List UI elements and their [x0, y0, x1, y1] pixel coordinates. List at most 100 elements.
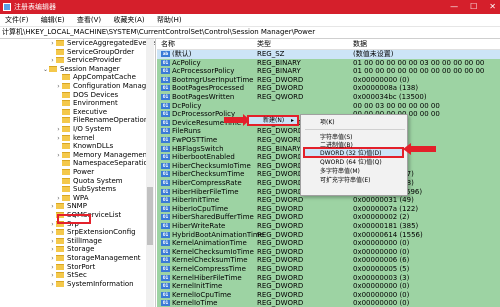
menu-file[interactable]: 文件(F) [0, 14, 34, 26]
value-row[interactable]: 01 KernelIoTime REG_DWORD 0x00000000 (0) [157, 299, 500, 307]
folder-icon [49, 65, 57, 72]
value-row[interactable]: 01 DcPolicy 00 00 03 00 00 00 00 00 [157, 101, 500, 111]
close-button[interactable]: ✕ [489, 1, 496, 13]
maximize-button[interactable]: ☐ [470, 1, 477, 13]
tree-item[interactable]: KnownDLLs [55, 142, 113, 151]
value-row[interactable]: 01 HybridBootAnimationTime REG_DWORD 0x0000… [157, 230, 500, 240]
value-row[interactable]: 01 BootmgrUserInputTime REG_DWORD 0x0000000… [157, 75, 500, 85]
tree-item[interactable]: ⌄ Session Manager [42, 65, 120, 74]
menu-view[interactable]: 查看(V) [72, 14, 106, 26]
folder-icon [56, 237, 64, 244]
value-row[interactable]: 01 AcPolicy REG_BINARY 01 00 00 00 00 00 03… [157, 58, 500, 68]
folder-icon [56, 203, 64, 210]
submenu-item[interactable]: 项(K) [320, 118, 335, 127]
tree-item[interactable]: SubSystems [55, 185, 116, 194]
value-row[interactable]: 01 HiberWriteRate REG_DWORD 0x00000181 (385… [157, 222, 500, 231]
expand-chevron-icon[interactable]: › [49, 281, 56, 290]
folder-icon [56, 246, 64, 253]
value-row[interactable]: 01 KernelCompressTime REG_DWORD 0x00000005 … [157, 265, 500, 274]
red-arrow-left-icon [403, 143, 411, 155]
value-row[interactable]: 01 KernelHiberFileTime REG_DWORD 0x00000003… [157, 273, 500, 283]
value-data: 0x00000000 (0) [353, 75, 410, 84]
value-type-icon: 01 [161, 197, 170, 204]
value-row[interactable]: 01 KernelInitTime REG_DWORD 0x00000000 (0) [157, 282, 500, 291]
value-data: 01 00 00 00 00 00 00 00 00 00 00 00 [353, 67, 485, 76]
folder-icon [62, 74, 70, 81]
tree-scrollbar-thumb[interactable] [147, 187, 153, 245]
tree-item[interactable]: › StorageManagement [49, 254, 140, 263]
value-data: 0x0000008a (138) [353, 84, 419, 93]
value-row[interactable]: 01 HiberIoCpuTime REG_DWORD 0x0000007a (122… [157, 204, 500, 214]
folder-icon [62, 160, 70, 167]
folder-icon [62, 83, 70, 89]
tree-item-label: SystemInformation [67, 279, 134, 288]
tree-item[interactable]: › WPA [55, 194, 88, 203]
tree-item[interactable]: › kernel [55, 134, 94, 143]
minimize-button[interactable]: — [450, 1, 458, 13]
tree-item[interactable]: Executive [55, 108, 107, 117]
value-data: 0x00000006 (6) [353, 256, 410, 265]
red-arrow-shaft [224, 117, 244, 123]
tree-item[interactable]: › StorPort [49, 263, 95, 272]
tree-item[interactable]: ServiceGroupOrder [49, 48, 134, 57]
tree-item-label: StorPort [67, 262, 96, 271]
value-row[interactable]: 01 KernelAnimationTime REG_DWORD 0x00000000… [157, 239, 500, 248]
value-row[interactable]: 01 KernelChecksumIoTime REG_DWORD 0x0000000… [157, 247, 500, 257]
tree-item[interactable]: AppCompatCache [55, 73, 136, 82]
tree-item[interactable]: DOS Devices [55, 91, 118, 100]
submenu-item[interactable]: 多字符串值(M) [320, 167, 360, 176]
list-header: 名称 类型 数据 [157, 39, 500, 50]
value-type-icon: 01 [161, 171, 170, 178]
column-header-name[interactable]: 名称 [161, 39, 175, 49]
folder-icon [62, 194, 70, 201]
value-row[interactable]: ab (默认) REG_SZ (数值未设置) [157, 50, 500, 59]
address-bar[interactable]: 计算机\HKEY_LOCAL_MACHINE\SYSTEM\CurrentCon… [0, 27, 500, 39]
folder-icon [56, 255, 64, 261]
tree-item[interactable]: › Memory Management [55, 151, 150, 160]
value-data: 0x00000181 (385) [353, 222, 419, 230]
value-row[interactable]: 01 HiberSharedBufferTime REG_DWORD 0x000000… [157, 213, 500, 222]
tree-item[interactable]: Quota System [55, 177, 123, 186]
submenu-item[interactable]: 可扩充字符串值(E) [320, 176, 370, 185]
tree-item[interactable]: › SystemInformation [49, 279, 134, 290]
value-type-icon: 01 [161, 248, 170, 255]
submenu-item[interactable]: DWORD (32 位)值(D) [320, 149, 382, 158]
value-row[interactable]: 01 BootPagesProcessed REG_DWORD 0x0000008a … [157, 84, 500, 93]
menu-edit[interactable]: 编辑(E) [36, 14, 70, 26]
menu-help[interactable]: 帮助(H) [152, 14, 187, 26]
menu-favorites[interactable]: 收藏夹(A) [108, 14, 149, 26]
tree-item[interactable]: › SrpExtensionConfig [49, 228, 136, 237]
tree-item[interactable]: FileRenameOperations [55, 116, 152, 125]
tree-item[interactable]: Environment [55, 99, 118, 108]
tree-item[interactable]: › Storage [49, 245, 94, 254]
value-type-icon: ab [161, 51, 170, 57]
tree-item[interactable]: › StSec [49, 271, 87, 280]
folder-icon [62, 134, 70, 141]
tree-item[interactable]: › ServiceProvider [49, 56, 121, 65]
value-row[interactable]: 01 BootPagesWritten REG_QWORD 0x000034bc (1… [157, 93, 500, 102]
tree-item[interactable]: NamespaceSeparation [55, 159, 152, 168]
expand-chevron-icon[interactable]: ⌄ [42, 66, 49, 75]
tree-item[interactable]: Power [55, 168, 94, 177]
regedit-app-icon [3, 3, 11, 11]
value-row[interactable]: 01 HiberInitTime REG_DWORD 0x00000031 (49) [157, 196, 500, 205]
column-header-type[interactable]: 类型 [257, 39, 271, 49]
submenu-item[interactable]: QWORD (64 位)值(Q) [320, 158, 382, 167]
value-row[interactable]: 01 KernelIoCpuTime REG_DWORD 0x00000000 (0) [157, 290, 500, 300]
tree-item[interactable]: › SNMP [49, 202, 87, 211]
value-type: REG_DWORD [257, 230, 304, 239]
tree-item[interactable]: › ServiceAggregatedEvents [49, 39, 155, 48]
context-menu-new[interactable]: 新建(N) ▸ [247, 115, 299, 126]
tree-item-label: SrpExtensionConfig [67, 228, 136, 237]
value-type: REG_BINARY [257, 67, 301, 76]
value-row[interactable]: 01 AcProcessorPolicy REG_BINARY 01 00 00 00… [157, 67, 500, 76]
tree-scrollbar[interactable] [146, 39, 154, 307]
value-row[interactable]: 01 KernelChecksumTime REG_DWORD 0x00000006 … [157, 256, 500, 265]
value-type-icon: 01 [161, 205, 170, 212]
tree-item[interactable]: › StillImage [49, 237, 102, 246]
column-header-data[interactable]: 数据 [353, 39, 367, 49]
folder-icon [56, 229, 64, 236]
folder-icon [56, 48, 64, 55]
tree-item[interactable]: › Configuration Manager [55, 82, 153, 91]
tree-item[interactable]: › I/O System [55, 125, 111, 134]
